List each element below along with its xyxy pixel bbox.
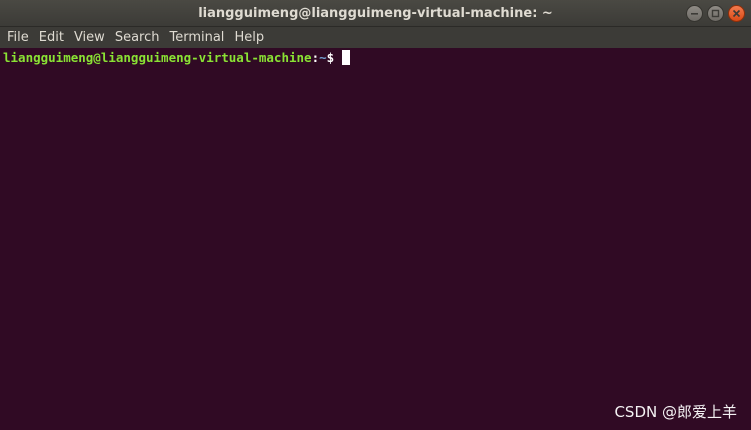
prompt-user-host: liangguimeng@liangguimeng-virtual-machin… (3, 50, 312, 65)
text-cursor (341, 50, 350, 65)
prompt-symbol: $ (326, 50, 342, 65)
menu-terminal[interactable]: Terminal (164, 27, 229, 48)
maximize-button[interactable] (707, 5, 724, 22)
prompt-line: liangguimeng@liangguimeng-virtual-machin… (3, 49, 350, 66)
maximize-icon (711, 9, 720, 18)
menu-search[interactable]: Search (110, 27, 165, 48)
scrollbar[interactable] (739, 48, 751, 430)
menu-edit[interactable]: Edit (34, 27, 69, 48)
minimize-icon (690, 9, 699, 18)
menu-view[interactable]: View (69, 27, 110, 48)
close-icon (732, 9, 741, 18)
menu-bar: File Edit View Search Terminal Help (0, 27, 751, 48)
prompt-colon: : (311, 50, 320, 65)
title-bar[interactable]: liangguimeng@liangguimeng-virtual-machin… (0, 0, 751, 27)
terminal-area[interactable]: liangguimeng@liangguimeng-virtual-machin… (0, 48, 751, 430)
watermark: CSDN @郎爱上羊 (614, 403, 737, 421)
window-title: liangguimeng@liangguimeng-virtual-machin… (198, 6, 553, 21)
prompt-path: ~ (319, 50, 327, 65)
menu-help[interactable]: Help (229, 27, 269, 48)
terminal-window: liangguimeng@liangguimeng-virtual-machin… (0, 0, 751, 430)
menu-file[interactable]: File (2, 27, 34, 48)
window-controls (686, 5, 745, 22)
minimize-button[interactable] (686, 5, 703, 22)
close-button[interactable] (728, 5, 745, 22)
